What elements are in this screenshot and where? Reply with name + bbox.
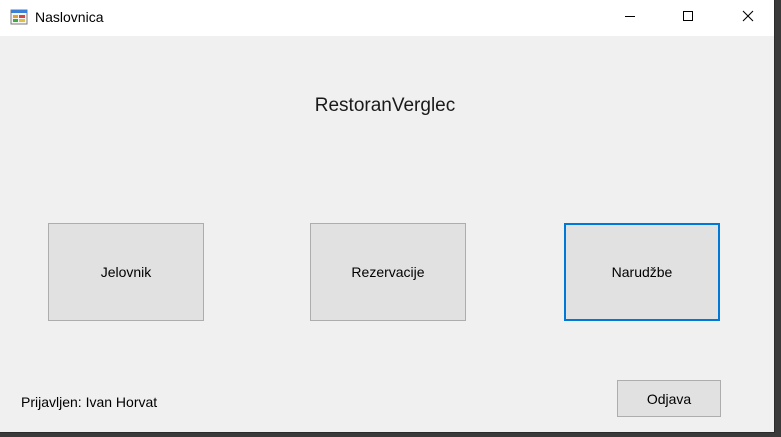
maximize-icon [682, 9, 694, 27]
window-title: Naslovnica [35, 9, 104, 25]
orders-button[interactable]: Narudžbe [564, 223, 720, 321]
restaurant-heading: RestoranVerglec [314, 95, 456, 116]
reservations-button[interactable]: Rezervacije [310, 223, 466, 321]
app-icon [10, 9, 28, 25]
menu-button[interactable]: Jelovnik [48, 223, 204, 321]
logout-button[interactable]: Odjava [617, 380, 721, 417]
title-bar[interactable]: Naslovnica [0, 0, 774, 36]
maximize-button[interactable] [665, 0, 711, 36]
logged-in-user-label: Prijavljen: Ivan Horvat [21, 394, 158, 410]
minimize-icon [624, 9, 636, 27]
minimize-button[interactable] [607, 0, 653, 36]
close-button[interactable] [725, 0, 771, 36]
main-window: Naslovnica RestoranVerglec Jelovnik Reze… [0, 0, 775, 433]
close-icon [742, 9, 754, 27]
